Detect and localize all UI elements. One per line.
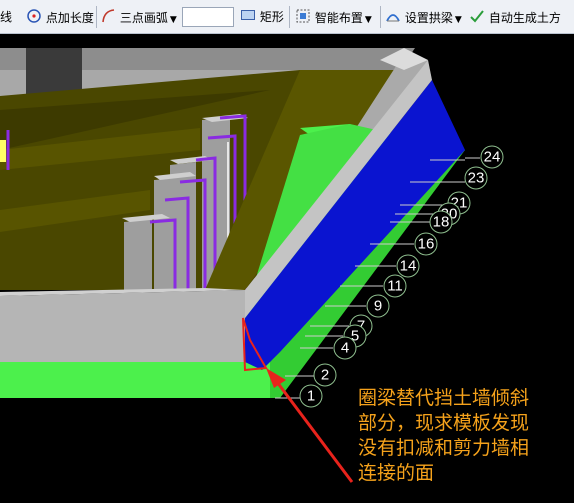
chevron-down-icon: ▼: [169, 15, 177, 25]
line-tool-button[interactable]: 直线: [0, 8, 12, 26]
three-point-arc-icon: [100, 8, 116, 29]
axis-label: 9: [374, 298, 382, 315]
arch-beam-icon: [385, 8, 401, 29]
chevron-down-icon: ▼: [454, 15, 462, 25]
axis-label: 14: [400, 258, 417, 275]
axis-label: 16: [418, 236, 435, 253]
smart-layout-button[interactable]: 智能布置 ▼: [295, 8, 372, 26]
axis-label: 4: [341, 340, 349, 357]
separator: [96, 6, 97, 28]
arch-beam-label: 设置拱梁: [404, 11, 453, 25]
annotation-line: 部分，现求模板发现: [358, 412, 530, 434]
separator: [380, 6, 381, 28]
auto-earthwork-button[interactable]: 自动生成土方: [469, 8, 561, 26]
axis-label: 23: [468, 170, 485, 187]
column-wall: [124, 219, 152, 290]
annotation-line: 没有扣减和剪力墙相: [358, 437, 530, 459]
arch-beam-button[interactable]: 设置拱梁 ▼: [385, 8, 462, 26]
three-point-arc-button[interactable]: 三点画弧 ▼: [100, 8, 177, 26]
toolbar-combo[interactable]: [182, 7, 234, 27]
point-length-icon: [26, 8, 42, 29]
smart-layout-icon: [295, 8, 311, 29]
rectangle-button[interactable]: 矩形: [240, 8, 284, 26]
auto-earthwork-label: 自动生成土方: [488, 11, 561, 25]
axis-label: 24: [484, 149, 501, 166]
chevron-down-icon: ▼: [364, 15, 372, 25]
axis-label: 18: [433, 214, 450, 231]
smart-layout-label: 智能布置: [314, 11, 363, 25]
rectangle-label: 矩形: [259, 10, 284, 24]
rectangle-icon: [240, 8, 256, 27]
axis-label: 2: [321, 367, 329, 384]
annotation-line: 连接的面: [358, 462, 435, 484]
separator: [289, 6, 290, 28]
three-point-arc-label: 三点画弧: [119, 11, 168, 25]
auto-earthwork-icon: [469, 8, 485, 29]
annotation-text: 圈梁替代挡土墙倾斜 部分，现求模板发现 没有扣减和剪力墙相 连接的面: [358, 386, 568, 486]
axis-label: 11: [387, 278, 403, 295]
axis-label: 1: [307, 388, 315, 405]
line-tool-label: 直线: [0, 10, 13, 24]
point-length-button[interactable]: 点加长度: [26, 8, 94, 26]
front-wall-face: [0, 290, 245, 362]
toolbar: 直线 点加长度 三点画弧▼ 矩形 智能布置▼ 设置拱梁▼: [0, 0, 574, 34]
yellow-highlight: [0, 140, 6, 162]
point-length-label: 点加长度: [45, 11, 94, 25]
foundation-base-front: [0, 362, 270, 398]
annotation-line: 圈梁替代挡土墙倾斜: [358, 387, 530, 409]
